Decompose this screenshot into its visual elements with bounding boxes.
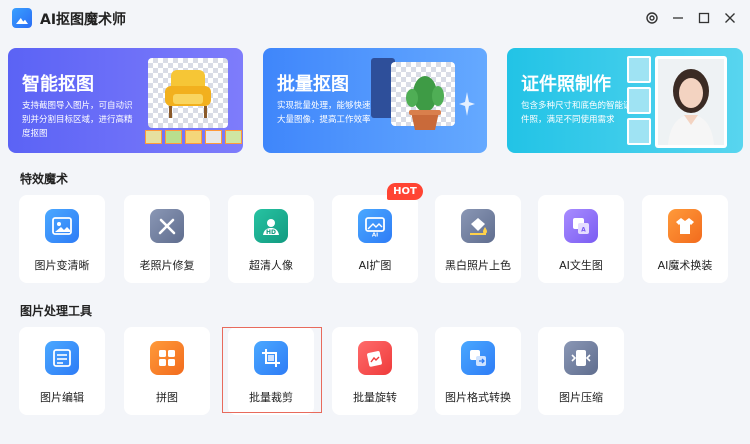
tool-label: 批量旋转: [353, 391, 397, 404]
tool-label: 图片压缩: [559, 391, 603, 404]
tool-ai-expand[interactable]: AI AI扩图: [332, 195, 418, 283]
compress-icon: [564, 341, 598, 375]
portrait-photo: [655, 56, 727, 148]
section-title-effects: 特效魔术: [20, 172, 69, 186]
tool-colorize[interactable]: 黑白照片上色: [435, 195, 521, 283]
ai-expand-icon: AI: [358, 209, 392, 243]
selection-highlight: [222, 327, 322, 413]
paint-bucket-icon: [461, 209, 495, 243]
format-convert-icon: [461, 341, 495, 375]
tool-label: AI文生图: [559, 259, 603, 272]
collage-grid-icon: [150, 341, 184, 375]
cactus-illustration: [403, 72, 447, 132]
settings-gear-icon[interactable]: [640, 6, 664, 30]
tool-batch-rotate[interactable]: 批量旋转: [332, 327, 418, 415]
tool-image-compress[interactable]: 图片压缩: [538, 327, 624, 415]
sparkle-decoration: [459, 92, 475, 120]
image-enhance-icon: [45, 209, 79, 243]
tool-ai-outfit-swap[interactable]: AI魔术换装: [642, 195, 728, 283]
tool-label: 拼图: [156, 391, 178, 404]
banner-desc: 包含多种尺寸和底色的智能证件照，满足不同使用需求: [521, 101, 632, 125]
tool-format-convert[interactable]: 图片格式转换: [435, 327, 521, 415]
banner-title: 证件照制作: [521, 74, 611, 95]
banner-title: 批量抠图: [277, 74, 349, 95]
banner-smart-cutout[interactable]: 智能抠图 支持截图导入图片，可自动识别并分割目标区域，进行高精度抠图: [8, 48, 243, 153]
svg-text:A: A: [581, 227, 586, 234]
banner-id-photo[interactable]: 证件照制作 包含多种尺寸和底色的智能证件照，满足不同使用需求: [507, 48, 743, 153]
tool-label: 图片编辑: [40, 391, 84, 404]
maximize-button[interactable]: [692, 6, 716, 30]
banner-batch-cutout[interactable]: 批量抠图 实现批量处理，能够快速处理大量图像，提高工作效率: [263, 48, 487, 153]
id-photo-strip: [627, 56, 651, 146]
tool-collage[interactable]: 拼图: [124, 327, 210, 415]
yellow-chair-illustration: [163, 68, 213, 120]
image-edit-icon: [45, 341, 79, 375]
minimize-button[interactable]: [666, 6, 690, 30]
hot-badge: HOT: [387, 183, 423, 200]
ai-text-image-icon: A: [564, 209, 598, 243]
svg-text:AI: AI: [372, 233, 378, 238]
tool-hd-portrait[interactable]: HD 超清人像: [228, 195, 314, 283]
section-title-tools: 图片处理工具: [20, 304, 93, 318]
tool-label: 图片格式转换: [445, 391, 511, 404]
tool-label: 黑白照片上色: [445, 259, 511, 272]
app-logo-icon: [12, 8, 32, 28]
tool-ai-text-to-image[interactable]: A AI文生图: [538, 195, 624, 283]
banner-desc: 支持截图导入图片，可自动识别并分割目标区域，进行高精度抠图: [22, 101, 133, 139]
wrench-screwdriver-icon: [150, 209, 184, 243]
tool-enhance-image[interactable]: 图片变清晰: [19, 195, 105, 283]
clothing-icon: [668, 209, 702, 243]
rotate-image-icon: [358, 341, 392, 375]
svg-text:HD: HD: [266, 229, 276, 236]
tool-image-edit[interactable]: 图片编辑: [19, 327, 105, 415]
thumbnail-strip: [145, 130, 243, 146]
tool-label: AI扩图: [358, 259, 392, 272]
banner-title: 智能抠图: [22, 74, 94, 95]
tool-old-photo-repair[interactable]: 老照片修复: [124, 195, 210, 283]
hd-portrait-icon: HD: [254, 209, 288, 243]
app-title: AI抠图魔术师: [40, 12, 127, 28]
tool-label: AI魔术换装: [657, 259, 713, 272]
title-bar: AI抠图魔术师: [0, 0, 750, 36]
tool-label: 超清人像: [249, 259, 293, 272]
tool-label: 图片变清晰: [34, 259, 90, 272]
tool-label: 老照片修复: [139, 259, 195, 272]
close-button[interactable]: [718, 6, 742, 30]
